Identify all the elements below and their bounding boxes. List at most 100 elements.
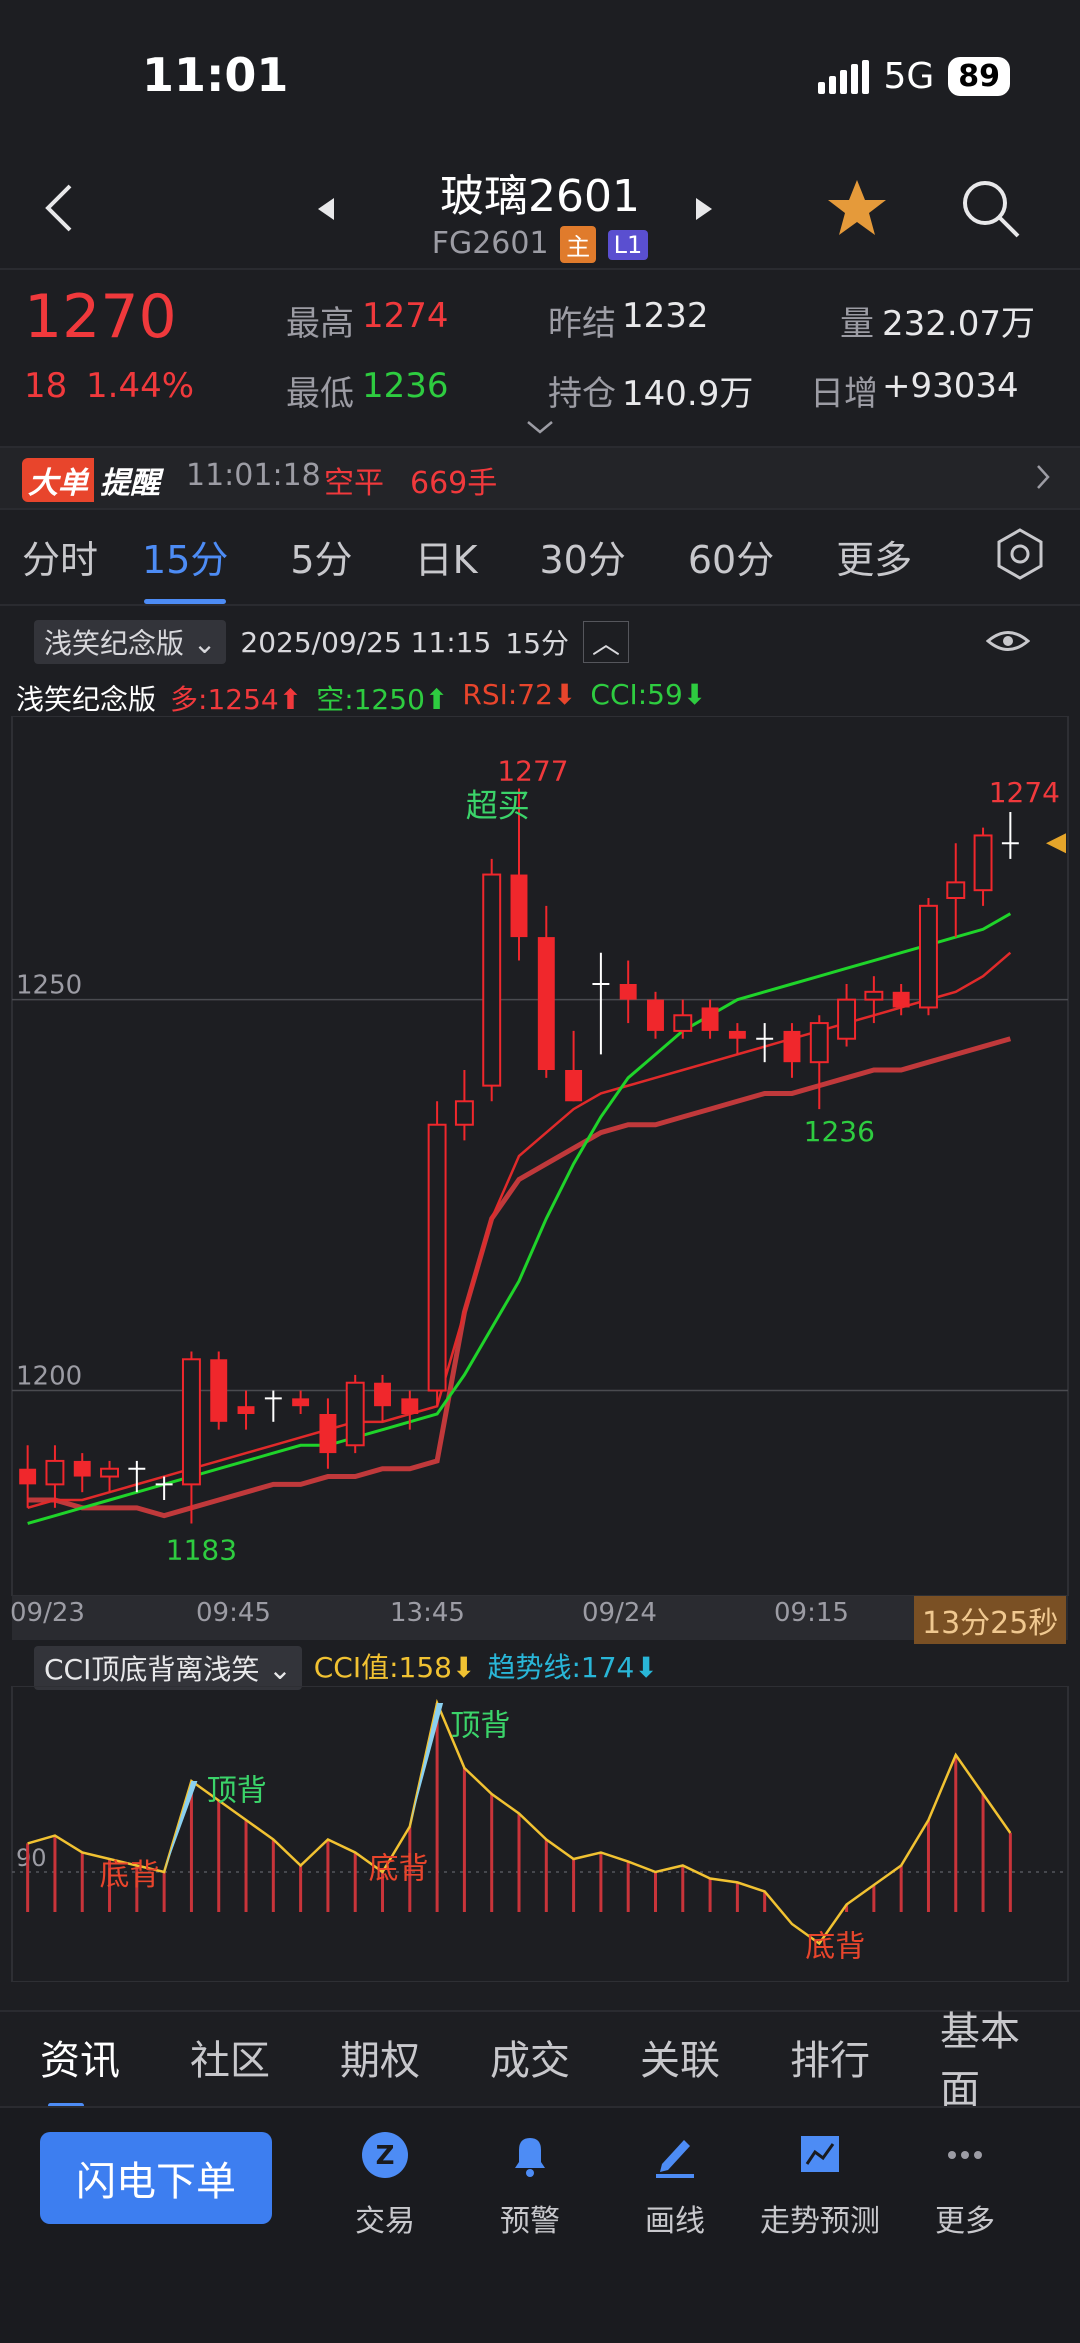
x-label-1: 09:45 xyxy=(196,1598,271,1628)
alert-qty: 669手 xyxy=(410,466,498,501)
overbought-label: 超买 xyxy=(466,787,530,825)
info-tabs: 资讯 社区 期权 成交 关联 排行 基本面 xyxy=(0,2009,1080,2113)
flash-order-button[interactable]: 闪电下单 xyxy=(40,2132,272,2224)
alert-arrow-icon[interactable] xyxy=(1034,462,1054,492)
alert-badge-big: 大单 xyxy=(22,458,94,502)
top-divergence-label: 顶背 xyxy=(450,1709,510,1744)
expand-chevron-icon[interactable] xyxy=(524,418,556,436)
x-label-0: 09/23 xyxy=(10,1598,85,1628)
price-change: 18 xyxy=(24,366,68,406)
trade-icon: Z xyxy=(362,2132,408,2178)
period-tabs: 分时 15分 5分 日K 30分 60分 更多 xyxy=(0,516,1080,604)
signal-icon xyxy=(818,59,870,94)
candle-body xyxy=(345,1381,365,1447)
tab-more[interactable]: 更多 xyxy=(796,529,934,584)
candle-body xyxy=(401,1398,419,1414)
tab-60min[interactable]: 60分 xyxy=(648,529,796,584)
more-dots-icon xyxy=(948,2151,982,2159)
settings-hex-icon[interactable] xyxy=(992,526,1048,582)
cci-value-label: CCI值:158⬇ xyxy=(313,1651,476,1684)
bar-countdown: 13分25秒 xyxy=(914,1596,1067,1644)
candle-body xyxy=(728,1030,746,1039)
time-axis xyxy=(12,1596,1068,1640)
candle-body xyxy=(673,1014,693,1032)
candle-body xyxy=(73,1460,91,1477)
alert-badge-remind: 提醒 xyxy=(100,466,160,501)
tab-30min[interactable]: 30分 xyxy=(499,529,647,584)
candle-body xyxy=(892,991,910,1008)
candle-body xyxy=(319,1414,337,1454)
peak-label: 1277 xyxy=(497,755,568,788)
high-value: 1274 xyxy=(362,296,449,336)
low-label: 最低 xyxy=(286,374,354,414)
favorite-star-icon[interactable] xyxy=(826,178,888,238)
info-tab-options[interactable]: 期权 xyxy=(300,2028,450,2086)
low-label: 1183 xyxy=(166,1533,237,1566)
tab-5min[interactable]: 5分 xyxy=(250,529,374,584)
prev-settle-value: 1232 xyxy=(622,296,709,336)
tab-intraday[interactable]: 分时 xyxy=(0,529,120,584)
pen-icon xyxy=(656,2140,694,2178)
sub-indicator-dropdown[interactable]: CCI顶底背离浅笑 ⌄ xyxy=(34,1646,302,1690)
x-label-2: 13:45 xyxy=(390,1598,465,1628)
indicator-dropdown[interactable]: 浅笑纪念版 ⌄ xyxy=(34,620,227,664)
ma-red-line xyxy=(27,951,1012,1510)
nav-more[interactable]: 更多 xyxy=(900,2130,1030,2240)
candle-body xyxy=(918,904,938,1009)
candle-body xyxy=(864,990,884,1001)
x-label-4: 09:15 xyxy=(774,1598,849,1628)
forecast-chart-icon xyxy=(801,2136,839,2172)
bottom-divergence-label: 底背 xyxy=(805,1930,865,1965)
alert-time: 11:01:18 xyxy=(186,458,321,493)
candle-body xyxy=(647,999,664,1031)
candle-body xyxy=(482,873,502,1087)
info-tab-news[interactable]: 资讯 xyxy=(0,2028,150,2108)
nav-alert[interactable]: 预警 xyxy=(465,2130,595,2240)
info-tab-ranking[interactable]: 排行 xyxy=(750,2028,900,2086)
candle-body xyxy=(45,1459,65,1486)
current-price-marker xyxy=(1046,833,1066,854)
info-tab-trades[interactable]: 成交 xyxy=(450,2028,600,2086)
candle-body xyxy=(973,834,993,892)
indicator-values: 浅笑纪念版 多:1254⬆ 空:1250⬆ RSI:72⬇ CCI:59⬇ xyxy=(16,678,706,718)
y-label: 1200 xyxy=(16,1362,82,1392)
cci-value: CCI:59⬇ xyxy=(590,678,707,711)
nav-forecast[interactable]: 走势预测 xyxy=(755,2130,885,2240)
tab-daily[interactable]: 日K xyxy=(375,529,500,584)
network-label: 5G xyxy=(883,56,935,97)
candle-body xyxy=(374,1382,391,1407)
divider xyxy=(0,268,1080,270)
nav-trade[interactable]: Z 交易 xyxy=(320,2130,450,2240)
collapse-icon[interactable]: ︿ xyxy=(583,621,630,663)
ma-thick-line xyxy=(27,1036,1012,1519)
status-indicators: 5G 89 xyxy=(818,56,1010,97)
level-tag: L1 xyxy=(607,229,649,260)
indicator-name: 浅笑纪念版 xyxy=(16,683,157,716)
low-value: 1236 xyxy=(362,366,449,406)
trend-value-label: 趋势线:174⬇ xyxy=(487,1651,658,1684)
high-label: 最高 xyxy=(286,304,354,344)
nav-draw[interactable]: 画线 xyxy=(610,2130,740,2240)
candle-body xyxy=(292,1398,310,1407)
volume-value: 232.07万 xyxy=(882,304,1035,344)
last-price: 1270 xyxy=(24,282,177,352)
long-value: 多:1254⬆ xyxy=(170,683,303,716)
sub-y-label: 90 xyxy=(16,1844,47,1872)
top-divergence-label: 顶背 xyxy=(207,1774,267,1809)
contract-code: FG2601 xyxy=(431,226,549,261)
main-tag: 主 xyxy=(560,226,597,263)
eye-icon[interactable] xyxy=(986,624,1030,658)
info-tab-fundamentals[interactable]: 基本面 xyxy=(900,1999,1050,2115)
candlestick-chart[interactable]: 1250 1200 1277超买 1274 1236 1183 xyxy=(0,716,1080,1596)
cci-chart[interactable]: 90顶背顶背底背 底背底背 xyxy=(0,1686,1080,1982)
candle-body xyxy=(237,1406,255,1414)
bottom-divergence-label: 底背 xyxy=(100,1858,160,1893)
candle-body xyxy=(510,874,528,938)
info-tab-community[interactable]: 社区 xyxy=(150,2028,300,2086)
tab-15min[interactable]: 15分 xyxy=(120,529,250,604)
info-tab-related[interactable]: 关联 xyxy=(600,2028,750,2086)
y-label: 1250 xyxy=(16,971,82,1001)
search-icon[interactable] xyxy=(960,178,1022,240)
sub-chart-header: CCI顶底背离浅笑 ⌄ CCI值:158⬇ 趋势线:174⬇ xyxy=(34,1646,658,1690)
candle-body xyxy=(19,1468,37,1485)
